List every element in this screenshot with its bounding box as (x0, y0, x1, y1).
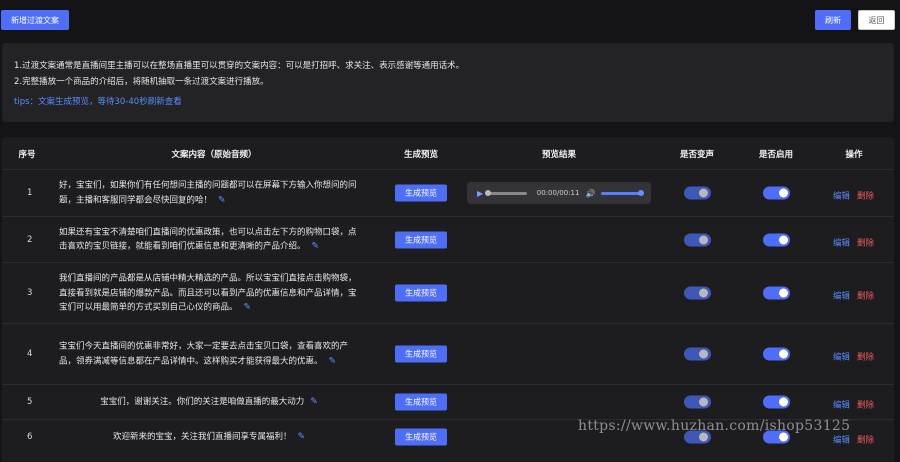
header-result: 预览结果 (541, 150, 577, 160)
table-header: 序号 文案内容（原始音频） 生成预览 预览结果 是否变声 是否启用 操作 (2, 137, 894, 169)
toggle-knob (779, 235, 788, 244)
volume-track[interactable] (601, 189, 644, 196)
audio-time: 00:00/00:11 (536, 189, 580, 197)
row-content: 好，宝宝们，如果你们有任何想问主播的问题都可以在屏幕下方输入你想问的问题，主播和… (59, 179, 359, 208)
header-content: 文案内容（原始音频） (171, 150, 257, 160)
copy-table: 序号 文案内容（原始音频） 生成预览 预览结果 是否变声 是否启用 操作 1 好… (2, 137, 894, 462)
toggle-knob (699, 349, 708, 359)
delete-link[interactable]: 删除 (857, 238, 874, 248)
edit-link[interactable]: 编辑 (833, 353, 850, 363)
row-content: 我们直播间的产品都是从店铺中精大精选的产品。所以宝宝们直接点击购物袋，直接看到就… (59, 271, 359, 315)
play-icon[interactable]: ▶ (477, 189, 483, 198)
header-enabled: 是否启用 (758, 150, 794, 160)
row-actions: 编辑 删除 (833, 230, 874, 249)
toggle-knob (779, 397, 788, 407)
edit-text-icon[interactable]: ✎ (218, 195, 226, 205)
row-content-text: 欢迎新来的宝宝，关注我们直播间享专属福利！ (112, 431, 292, 442)
toggle-knob (779, 288, 788, 298)
volume-handle[interactable] (638, 189, 644, 196)
edit-text-icon[interactable]: ✎ (329, 356, 337, 366)
row-content: 宝宝们今天直播间的优惠非常好，大家一定要去点击宝贝口袋，查看喜欢的产品，领券满减… (59, 340, 359, 369)
notice-line-1: 1.过渡文案通常是直播间里主播可以在整场直播里可以贯穿的文案内容：可以是打招呼、… (14, 61, 465, 71)
enabled-toggle[interactable] (763, 286, 790, 300)
audio-progress-track[interactable] (485, 189, 527, 196)
row-index: 2 (27, 234, 33, 245)
top-toolbar: 新增过渡文案 刷新 返回 (0, 0, 900, 40)
row-index: 4 (27, 349, 33, 359)
notice-tips: tips：文案生成预览，等待30-40秒刷新查看 (14, 97, 182, 107)
row-content-text: 宝宝们，谢谢关注。你们的关注是咱做直播的最大动力 (100, 396, 305, 407)
voice-change-toggle[interactable] (684, 395, 711, 409)
table-row: 5 宝宝们，谢谢关注。你们的关注是咱做直播的最大动力 ✎ 生成预览 编辑 删除 (2, 384, 894, 419)
header-ops: 操作 (845, 150, 863, 160)
header-index: 序号 (18, 150, 36, 160)
toggle-knob (699, 235, 708, 244)
toggle-knob (779, 188, 788, 198)
notice-panel: 1.过渡文案通常是直播间里主播可以在整场直播里可以贯穿的文案内容：可以是打招呼、… (2, 43, 894, 122)
delete-link[interactable]: 删除 (857, 435, 874, 445)
back-button[interactable]: 返回 (858, 10, 895, 30)
enabled-toggle[interactable] (763, 347, 790, 361)
delete-link[interactable]: 删除 (857, 401, 874, 411)
row-index: 6 (27, 431, 33, 442)
edit-text-icon[interactable]: ✎ (310, 397, 318, 407)
row-index: 5 (27, 397, 33, 407)
table-row: 2 如果还有宝宝不清楚咱们直播间的优惠政策，也可以点击左下方的购物口袋，点击喜欢… (2, 216, 894, 262)
voice-change-toggle[interactable] (684, 347, 711, 361)
voice-change-toggle[interactable] (684, 233, 711, 246)
enabled-toggle[interactable] (763, 233, 790, 246)
refresh-button[interactable]: 刷新 (815, 10, 851, 30)
header-voice: 是否变声 (679, 150, 715, 160)
generate-preview-button[interactable]: 生成预览 (395, 428, 447, 445)
audio-player: ▶ 00:00/00:11 🔊 (467, 182, 651, 204)
edit-text-icon[interactable]: ✎ (312, 242, 320, 252)
edit-link[interactable]: 编辑 (833, 401, 850, 411)
row-index: 1 (27, 188, 33, 198)
generate-preview-button[interactable]: 生成预览 (395, 345, 447, 363)
toggle-knob (779, 349, 788, 359)
notice-line-2: 2.完整播放一个商品的介绍后，将随机抽取一条过渡文案进行播放。 (14, 77, 269, 87)
edit-link[interactable]: 编辑 (833, 192, 850, 202)
edit-text-icon[interactable]: ✎ (244, 302, 252, 312)
edit-text-icon[interactable]: ✎ (297, 431, 305, 441)
edit-link[interactable]: 编辑 (833, 292, 850, 302)
delete-link[interactable]: 删除 (857, 192, 874, 202)
toggle-knob (699, 288, 708, 298)
watermark: https://www.huzhan.com/ishop53125 (578, 418, 851, 434)
generate-preview-button[interactable]: 生成预览 (395, 184, 447, 202)
row-content: 欢迎新来的宝宝，关注我们直播间享专属福利！ ✎ (59, 429, 359, 444)
enabled-toggle[interactable] (763, 395, 790, 409)
table-row: 1 好，宝宝们，如果你们有任何想问主播的问题都可以在屏幕下方输入你想问的问题，主… (2, 169, 894, 216)
table-row: 4 宝宝们今天直播间的优惠非常好，大家一定要去点击宝贝口袋，查看喜欢的产品，领券… (2, 323, 894, 384)
row-content-text: 好，宝宝们，如果你们有任何想问主播的问题都可以在屏幕下方输入你想问的问题，主播和… (59, 180, 357, 206)
row-content-text: 我们直播间的产品都是从店铺中精大精选的产品。所以宝宝们直接点击购物袋，直接看到就… (59, 273, 357, 313)
voice-change-toggle[interactable] (684, 186, 711, 200)
add-transition-copy-button[interactable]: 新增过渡文案 (1, 10, 69, 30)
enabled-toggle[interactable] (763, 186, 790, 200)
toggle-knob (699, 188, 708, 198)
delete-link[interactable]: 删除 (857, 292, 874, 302)
row-content: 如果还有宝宝不清楚咱们直播间的优惠政策，也可以点击左下方的购物口袋，点击喜欢的宝… (59, 225, 359, 254)
row-index: 3 (27, 288, 33, 298)
voice-change-toggle[interactable] (684, 286, 711, 300)
generate-preview-button[interactable]: 生成预览 (395, 393, 447, 411)
generate-preview-button[interactable]: 生成预览 (395, 231, 447, 248)
edit-link[interactable]: 编辑 (833, 238, 850, 248)
row-actions: 编辑 删除 (833, 184, 874, 203)
row-actions: 编辑 删除 (833, 345, 874, 364)
volume-icon[interactable]: 🔊 (585, 189, 595, 198)
toggle-knob (699, 397, 708, 407)
header-gen: 生成预览 (403, 150, 439, 160)
progress-handle[interactable] (485, 189, 492, 196)
table-row: 3 我们直播间的产品都是从店铺中精大精选的产品。所以宝宝们直接点击购物袋，直接看… (2, 262, 894, 323)
edit-link[interactable]: 编辑 (833, 435, 850, 445)
row-actions: 编辑 删除 (833, 284, 874, 303)
delete-link[interactable]: 删除 (857, 353, 874, 363)
generate-preview-button[interactable]: 生成预览 (395, 284, 447, 302)
row-content: 宝宝们，谢谢关注。你们的关注是咱做直播的最大动力 ✎ (59, 395, 359, 410)
row-actions: 编辑 删除 (833, 393, 874, 412)
row-content-text: 宝宝们今天直播间的优惠非常好，大家一定要去点击宝贝口袋，查看喜欢的产品，领券满减… (59, 341, 349, 367)
